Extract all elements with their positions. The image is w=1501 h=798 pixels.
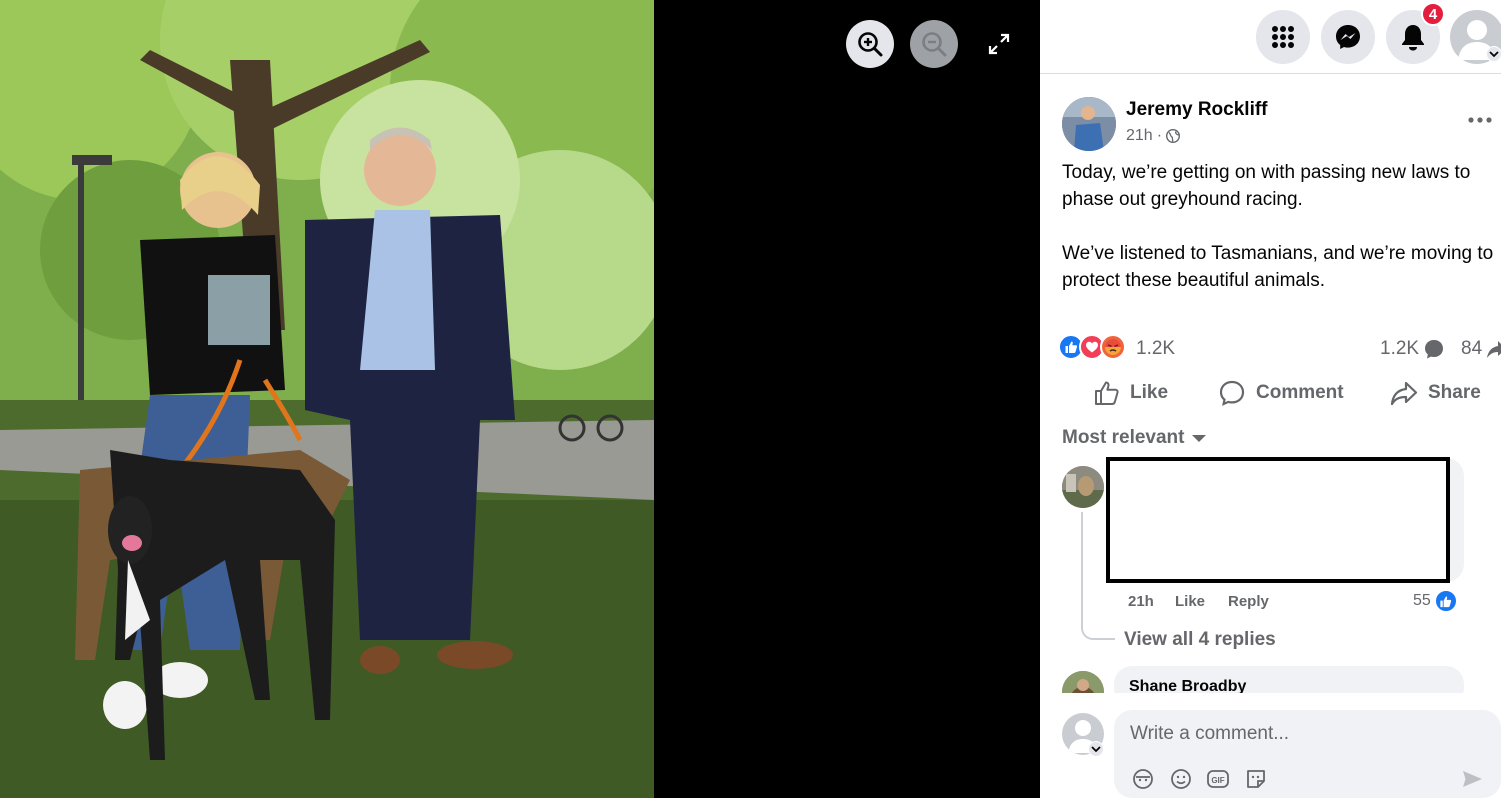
comment-time[interactable]: 21h [1128, 593, 1154, 610]
comment-input[interactable] [1130, 720, 1470, 748]
author-avatar[interactable] [1062, 97, 1116, 151]
fullscreen-button[interactable] [975, 20, 1023, 68]
share-icon [1390, 381, 1418, 406]
comment-composer: GIF [1040, 693, 1501, 798]
angry-reaction-icon [1100, 334, 1126, 360]
avatar-sticker-button[interactable] [1130, 766, 1156, 792]
share-count[interactable]: 84 [1461, 338, 1501, 360]
more-options-icon [1468, 117, 1492, 123]
account-caret[interactable] [1486, 46, 1501, 62]
share-button[interactable]: Share [1390, 378, 1481, 408]
emoji-button[interactable] [1168, 766, 1194, 792]
reaction-icons[interactable] [1058, 334, 1126, 362]
comment-button[interactable]: Comment [1218, 378, 1344, 408]
commenter-avatar[interactable] [1062, 466, 1104, 508]
comment-reply-button[interactable]: Reply [1228, 593, 1269, 610]
post-text: Today, we’re getting on with passing new… [1062, 159, 1498, 294]
chevron-down-icon [1091, 746, 1101, 753]
zoom-out-icon [922, 32, 947, 57]
post-photo[interactable] [0, 0, 654, 798]
caret-down-icon [1192, 435, 1207, 442]
comment-count-value: 1.2K [1380, 338, 1420, 359]
author-name[interactable]: Jeremy Rockliff [1126, 99, 1268, 121]
photo-viewer [0, 0, 1040, 798]
comment-like-count-value: 55 [1413, 592, 1431, 609]
send-button[interactable] [1459, 766, 1485, 792]
reaction-count[interactable]: 1.2K [1136, 338, 1175, 360]
svg-text:GIF: GIF [1211, 776, 1224, 785]
gif-button[interactable]: GIF [1205, 766, 1231, 792]
messenger-icon [1336, 25, 1360, 49]
top-navigation: 4 [1040, 0, 1501, 74]
comment-like-button[interactable]: Like [1175, 593, 1205, 610]
send-icon [1463, 771, 1482, 787]
zoom-out-button[interactable] [910, 20, 958, 68]
comment-sort-dropdown[interactable]: Most relevant [1062, 427, 1207, 449]
post-time[interactable]: 21h [1126, 127, 1153, 145]
zoom-in-icon [858, 32, 883, 57]
comment-button-label: Comment [1256, 382, 1344, 403]
fullscreen-icon [988, 33, 1010, 55]
share-arrow-icon [1487, 341, 1501, 358]
zoom-in-button[interactable] [846, 20, 894, 68]
thumbs-up-icon [1095, 381, 1119, 405]
post-meta: 21h · [1126, 127, 1181, 145]
avatar-sticker-icon [1133, 769, 1153, 789]
post-paragraph-2: We’ve listened to Tasmanians, and we’re … [1062, 243, 1494, 291]
bell-icon [1402, 25, 1424, 51]
post-paragraph-1: Today, we’re getting on with passing new… [1062, 162, 1471, 210]
comment-bubble-icon [1425, 340, 1444, 359]
comment-box: GIF [1114, 710, 1501, 798]
emoji-icon [1171, 769, 1191, 789]
menu-button[interactable] [1256, 10, 1310, 64]
messenger-button[interactable] [1321, 10, 1375, 64]
redacted-comment-box [1106, 457, 1450, 583]
comment-sort-label: Most relevant [1062, 427, 1185, 448]
post-side-panel: 4 Jeremy Rockliff 21h · Today, we’re get… [1040, 0, 1501, 798]
comment-count[interactable]: 1.2K [1380, 338, 1445, 360]
sticker-icon [1247, 770, 1265, 788]
notification-badge: 4 [1421, 2, 1445, 26]
post-options-button[interactable] [1464, 108, 1496, 132]
view-replies-link[interactable]: View all 4 replies [1124, 629, 1276, 651]
chevron-down-icon [1489, 51, 1499, 58]
grid-menu-icon [1272, 26, 1294, 48]
profile-switcher-caret[interactable] [1088, 741, 1104, 757]
meta-separator: · [1156, 127, 1163, 144]
like-button[interactable]: Like [1094, 378, 1168, 408]
share-count-value: 84 [1461, 338, 1483, 359]
like-reaction-icon [1433, 589, 1458, 613]
comment-like-count[interactable]: 55 [1413, 589, 1458, 613]
sticker-button[interactable] [1243, 766, 1269, 792]
like-button-label: Like [1130, 382, 1169, 403]
share-button-label: Share [1428, 382, 1481, 403]
comment-icon [1219, 380, 1245, 406]
globe-icon [1166, 129, 1181, 143]
gif-icon: GIF [1207, 770, 1229, 788]
